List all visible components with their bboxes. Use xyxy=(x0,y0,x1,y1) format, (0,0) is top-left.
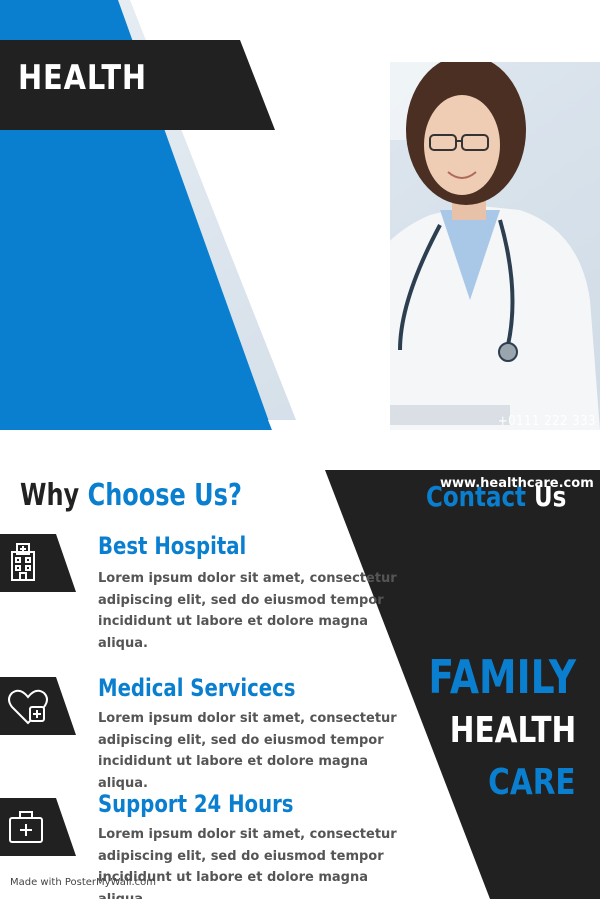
tagline-care: CARE xyxy=(488,762,576,803)
tagline-family: FAMILY xyxy=(428,650,576,704)
feature-tab-medical xyxy=(0,677,76,735)
why-choose-heading: Why Choose Us? xyxy=(20,478,242,513)
poster-title: HEALTH xyxy=(18,58,147,98)
feature-desc-1: Lorem ipsum dolor sit amet, consectetur … xyxy=(98,571,397,651)
phone-number: +0111 222 333 xyxy=(497,414,596,429)
feature-tab-support xyxy=(0,798,76,856)
poster: HEALTH +0111 222 333 www.healthcare.com … xyxy=(0,0,600,899)
feature-title-2: Medical Servicecs xyxy=(98,674,296,702)
feature-tab-hospital xyxy=(0,534,76,592)
feature-desc-2: Lorem ipsum dolor sit amet, consectetur … xyxy=(98,711,397,791)
feature-title-1: Best Hospital xyxy=(98,532,247,560)
tagline-health: HEALTH xyxy=(449,710,576,751)
why-part1: Why xyxy=(20,478,80,513)
feature-title-3: Support 24 Hours xyxy=(98,790,294,818)
credit-text: Made with PosterMyWall.com xyxy=(10,877,157,888)
contact-heading: Contact Us xyxy=(426,480,566,513)
contact-label-part1: Contact xyxy=(426,480,527,513)
why-part2: Choose Us? xyxy=(87,478,242,513)
contact-label-part2: Us xyxy=(534,480,567,513)
